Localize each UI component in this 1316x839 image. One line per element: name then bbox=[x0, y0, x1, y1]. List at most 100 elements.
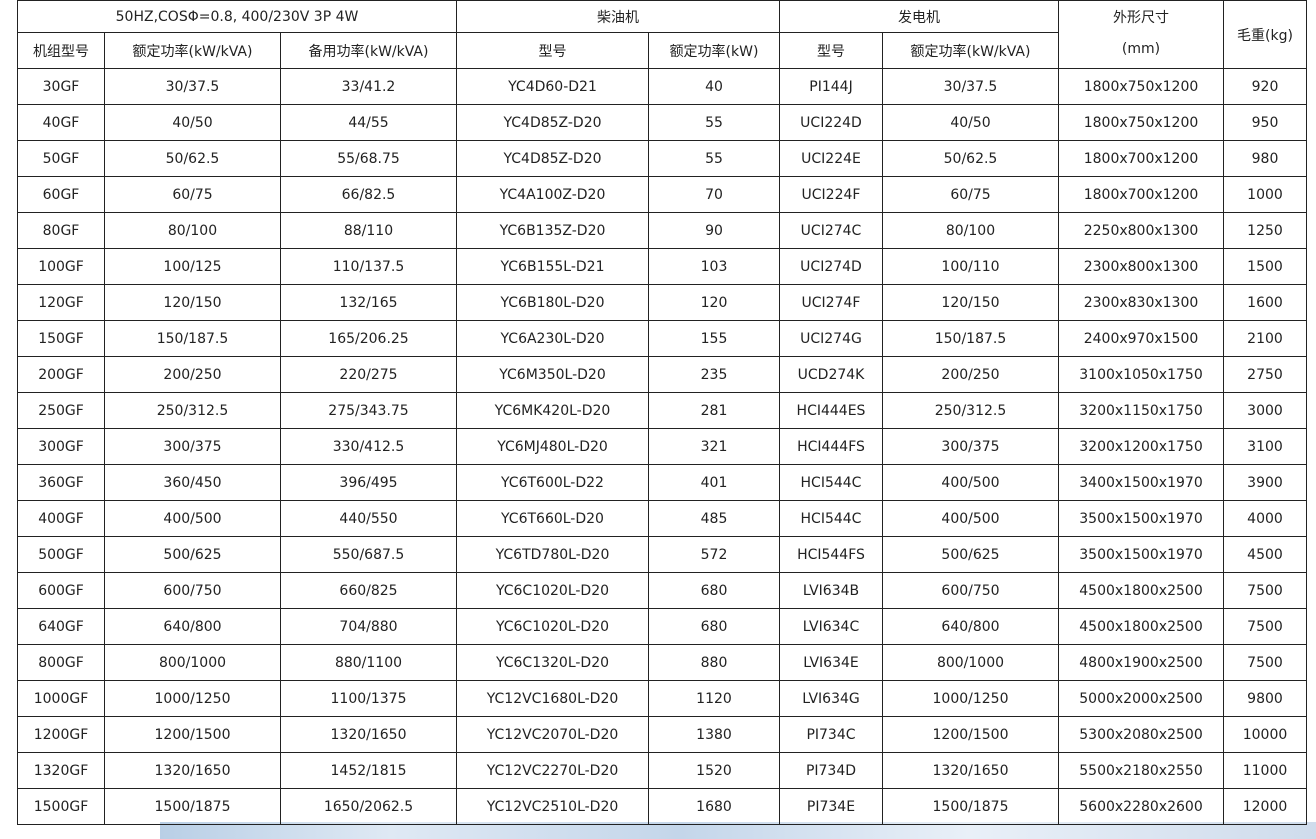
table-row: 200GF 200/250 220/275 YC6M350L-D20 235 UCD274… bbox=[17, 356, 1307, 393]
table-row: 80GF 80/100 88/110 YC6B135Z-D20 90 UCI274C 80/… bbox=[17, 212, 1307, 249]
engine-power-cell: 155 bbox=[648, 320, 780, 357]
rated-power-cell: 640/800 bbox=[104, 608, 281, 645]
dimensions-cell: 3200x1150x1750 bbox=[1058, 392, 1224, 429]
rated-power-cell: 200/250 bbox=[104, 356, 281, 393]
dimensions-cell: 1800x750x1200 bbox=[1058, 104, 1224, 141]
dimensions-cell: 2400x970x1500 bbox=[1058, 320, 1224, 357]
genset-model-cell: 800GF bbox=[17, 644, 105, 681]
rated-power-cell: 500/625 bbox=[104, 536, 281, 573]
alternator-power-cell: 500/625 bbox=[882, 536, 1059, 573]
engine-model-cell: YC12VC1680L-D20 bbox=[456, 680, 649, 717]
genset-model-cell: 200GF bbox=[17, 356, 105, 393]
genset-model-cell: 60GF bbox=[17, 176, 105, 213]
table-row: 360GF 360/450 396/495 YC6T600L-D22 401 HCI544… bbox=[17, 464, 1307, 501]
alternator-model-cell: LVI634G bbox=[779, 680, 883, 717]
weight-cell: 1500 bbox=[1223, 248, 1307, 285]
engine-model-cell: YC6TD780L-D20 bbox=[456, 536, 649, 573]
alternator-model-cell: HCI444FS bbox=[779, 428, 883, 465]
genset-model-cell: 30GF bbox=[17, 68, 105, 105]
alternator-power-cell: 800/1000 bbox=[882, 644, 1059, 681]
engine-power-cell: 1520 bbox=[648, 752, 780, 789]
dimensions-cell: 5300x2080x2500 bbox=[1058, 716, 1224, 753]
dimensions-cell: 3100x1050x1750 bbox=[1058, 356, 1224, 393]
standby-power-cell: 88/110 bbox=[280, 212, 457, 249]
dimensions-cell: 4500x1800x2500 bbox=[1058, 572, 1224, 609]
table-row: 1500GF 1500/1875 1650/2062.5 YC12VC2510L-D2… bbox=[17, 788, 1307, 825]
alternator-model-cell: HCI544FS bbox=[779, 536, 883, 573]
engine-model-cell: YC6C1020L-D20 bbox=[456, 608, 649, 645]
dimensions-cell: 3500x1500x1970 bbox=[1058, 500, 1224, 537]
rated-power-cell: 360/450 bbox=[104, 464, 281, 501]
weight-cell: 2750 bbox=[1223, 356, 1307, 393]
table-row: 120GF 120/150 132/165 YC6B180L-D20 120 UCI274… bbox=[17, 284, 1307, 321]
dimensions-cell: 5500x2180x2550 bbox=[1058, 752, 1224, 789]
dimensions-cell: 2250x800x1300 bbox=[1058, 212, 1224, 249]
genset-spec-table: 50HZ,COSΦ=0.8, 400/230V 3P 4W 柴油机 发电机 外形… bbox=[17, 0, 1307, 825]
alternator-model-cell: UCI224F bbox=[779, 176, 883, 213]
alternator-power-cell: 1320/1650 bbox=[882, 752, 1059, 789]
engine-model-cell: YC4D85Z-D20 bbox=[456, 104, 649, 141]
genset-model-cell: 40GF bbox=[17, 104, 105, 141]
dimensions-cell: 5000x2000x2500 bbox=[1058, 680, 1224, 717]
alternator-model-cell: PI144J bbox=[779, 68, 883, 105]
genset-model-cell: 80GF bbox=[17, 212, 105, 249]
weight-cell: 950 bbox=[1223, 104, 1307, 141]
engine-power-cell: 321 bbox=[648, 428, 780, 465]
table-row: 60GF 60/75 66/82.5 YC4A100Z-D20 70 UCI224F 60/… bbox=[17, 176, 1307, 213]
standby-power-cell: 1452/1815 bbox=[280, 752, 457, 789]
standby-power-cell: 220/275 bbox=[280, 356, 457, 393]
table-row: 50GF 50/62.5 55/68.75 YC4D85Z-D20 55 UCI224E 5… bbox=[17, 140, 1307, 177]
engine-power-cell: 1380 bbox=[648, 716, 780, 753]
table-row: 300GF 300/375 330/412.5 YC6MJ480L-D20 321 HCI… bbox=[17, 428, 1307, 465]
engine-model-cell: YC12VC2070L-D20 bbox=[456, 716, 649, 753]
genset-model-cell: 1500GF bbox=[17, 788, 105, 825]
dimensions-cell: 4500x1800x2500 bbox=[1058, 608, 1224, 645]
alternator-model-cell: UCI274D bbox=[779, 248, 883, 285]
table-body: 30GF 30/37.5 33/41.2 YC4D60-D21 40 PI144J 30/3… bbox=[17, 68, 1307, 825]
standby-power-cell: 1650/2062.5 bbox=[280, 788, 457, 825]
alternator-power-cell: 40/50 bbox=[882, 104, 1059, 141]
genset-model-cell: 50GF bbox=[17, 140, 105, 177]
rated-power-cell: 250/312.5 bbox=[104, 392, 281, 429]
alternator-power-cell: 150/187.5 bbox=[882, 320, 1059, 357]
dimensions-header-label: 外形尺寸 bbox=[1113, 10, 1169, 26]
dimensions-cell: 4800x1900x2500 bbox=[1058, 644, 1224, 681]
genset-model-cell: 640GF bbox=[17, 608, 105, 645]
weight-cell: 12000 bbox=[1223, 788, 1307, 825]
alternator-power-cell: 100/110 bbox=[882, 248, 1059, 285]
weight-header: 毛重(kg) bbox=[1223, 0, 1307, 69]
table-row: 30GF 30/37.5 33/41.2 YC4D60-D21 40 PI144J 30/3… bbox=[17, 68, 1307, 105]
engine-power-cell: 401 bbox=[648, 464, 780, 501]
col-engine-model: 型号 bbox=[456, 32, 649, 69]
table-row: 150GF 150/187.5 165/206.25 YC6A230L-D20 155 U… bbox=[17, 320, 1307, 357]
standby-power-cell: 704/880 bbox=[280, 608, 457, 645]
dimensions-cell: 2300x830x1300 bbox=[1058, 284, 1224, 321]
weight-cell: 3100 bbox=[1223, 428, 1307, 465]
genset-model-cell: 150GF bbox=[17, 320, 105, 357]
genset-model-cell: 400GF bbox=[17, 500, 105, 537]
standby-power-cell: 1320/1650 bbox=[280, 716, 457, 753]
table-row: 1320GF 1320/1650 1452/1815 YC12VC2270L-D20 1… bbox=[17, 752, 1307, 789]
alternator-power-cell: 1000/1250 bbox=[882, 680, 1059, 717]
engine-model-cell: YC6B135Z-D20 bbox=[456, 212, 649, 249]
alternator-power-cell: 600/750 bbox=[882, 572, 1059, 609]
engine-power-cell: 55 bbox=[648, 104, 780, 141]
standby-power-cell: 132/165 bbox=[280, 284, 457, 321]
alternator-model-cell: UCI274F bbox=[779, 284, 883, 321]
alternator-power-cell: 50/62.5 bbox=[882, 140, 1059, 177]
table-row: 640GF 640/800 704/880 YC6C1020L-D20 680 LVI63… bbox=[17, 608, 1307, 645]
generator-group-header: 发电机 bbox=[779, 0, 1059, 33]
rated-power-cell: 50/62.5 bbox=[104, 140, 281, 177]
col-engine-rated-power: 额定功率(kW) bbox=[648, 32, 780, 69]
rated-power-cell: 400/500 bbox=[104, 500, 281, 537]
engine-power-cell: 70 bbox=[648, 176, 780, 213]
genset-model-cell: 360GF bbox=[17, 464, 105, 501]
alternator-model-cell: PI734E bbox=[779, 788, 883, 825]
engine-model-cell: YC12VC2270L-D20 bbox=[456, 752, 649, 789]
rated-power-cell: 150/187.5 bbox=[104, 320, 281, 357]
genset-model-cell: 300GF bbox=[17, 428, 105, 465]
alternator-power-cell: 200/250 bbox=[882, 356, 1059, 393]
alternator-model-cell: LVI634B bbox=[779, 572, 883, 609]
standby-power-cell: 550/687.5 bbox=[280, 536, 457, 573]
engine-model-cell: YC4A100Z-D20 bbox=[456, 176, 649, 213]
